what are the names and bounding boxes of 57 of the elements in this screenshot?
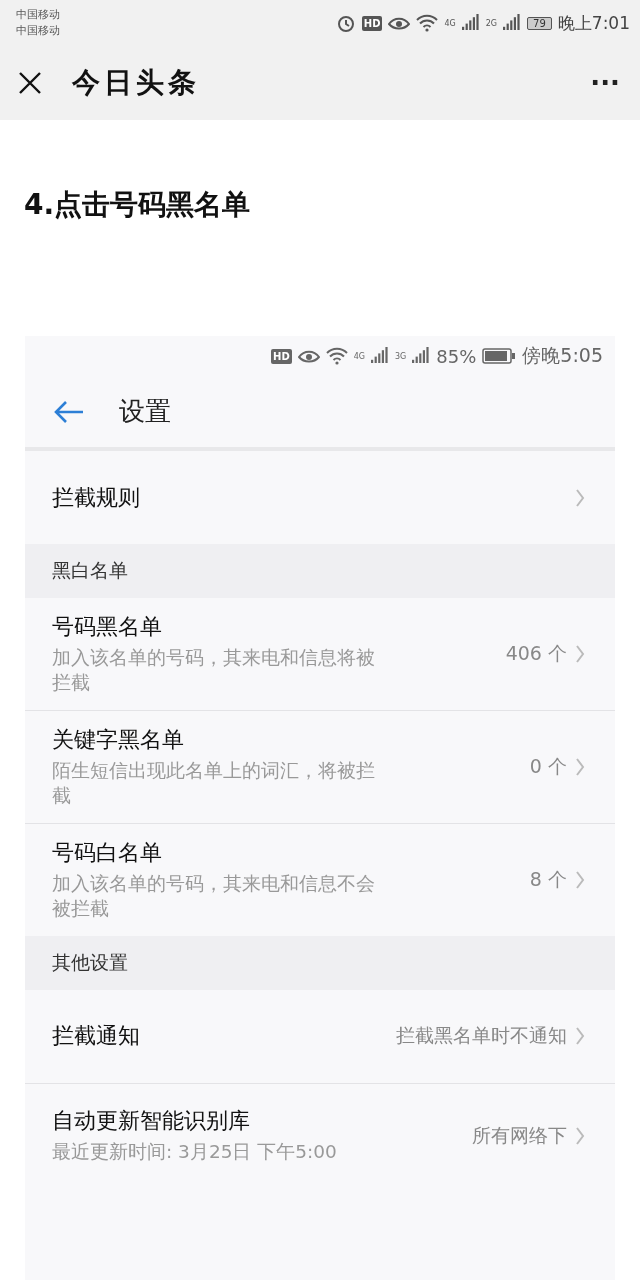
row-title: 关键字黑名单: [52, 725, 185, 754]
row-title: 自动更新智能识别库: [52, 1107, 251, 1136]
carrier-label: 中国移动: [16, 23, 60, 39]
row-description: 最近更新时间: 3月25日 下午5:00: [52, 1140, 338, 1165]
network-label: 4G: [444, 18, 456, 28]
close-icon[interactable]: [18, 71, 42, 95]
signal-icon: [503, 14, 522, 32]
wifi-icon: [325, 347, 348, 365]
row-value: 拦截黑名单时不通知: [396, 1023, 567, 1049]
settings-title: 设置: [119, 395, 171, 428]
alarm-icon: [335, 13, 356, 33]
eye-icon: [388, 15, 411, 31]
clock-time: 傍晚5:05: [522, 343, 603, 368]
settings-row[interactable]: 拦截规则: [25, 451, 615, 544]
battery-icon: 79: [527, 16, 552, 30]
network-label: 2G: [485, 18, 498, 28]
row-description: 陌生短信出现此名单上的词汇，将被拦截: [52, 758, 376, 808]
section-header: 其他设置: [25, 935, 615, 990]
row-description: 加入该名单的号码，其来电和信息不会被拦截: [52, 871, 376, 921]
more-button[interactable]: ···: [586, 68, 624, 98]
chevron-icon: [575, 1125, 585, 1146]
chevron-icon: [575, 756, 585, 777]
article-heading: 4.点击号码黑名单: [24, 187, 252, 223]
eye-icon: [297, 348, 320, 364]
battery-icon: [482, 348, 517, 364]
hd-badge: HD: [361, 15, 383, 31]
signal-icon: [461, 14, 480, 32]
chevron-icon: [575, 643, 585, 664]
network-label: 4G: [353, 351, 365, 361]
row-title: 号码黑名单: [52, 613, 163, 641]
row-value: 406 个: [505, 640, 567, 666]
row-value: 0 个: [529, 753, 567, 779]
back-arrow-icon[interactable]: [53, 399, 85, 424]
app-title: 今日头条: [72, 65, 201, 101]
battery-percent: 85%: [436, 345, 477, 367]
section-header: 黑白名单: [25, 544, 615, 598]
hd-badge: HD: [271, 348, 292, 364]
chevron-icon: [575, 1026, 585, 1047]
row-value: 所有网络下: [472, 1122, 567, 1148]
row-title: 号码白名单: [52, 838, 163, 867]
row-description: 加入该名单的号码，其来电和信息将被拦截: [52, 646, 376, 695]
settings-row[interactable]: 拦截通知 拦截黑名单时不通知: [25, 989, 615, 1083]
wifi-icon: [416, 14, 439, 32]
row-value: 8 个: [529, 866, 567, 892]
chevron-icon: [575, 487, 585, 508]
network-label: 3G: [395, 351, 407, 361]
signal-icon: [412, 347, 431, 365]
carrier-label: 中国移动: [16, 7, 60, 23]
signal-icon: [371, 347, 389, 365]
settings-row[interactable]: 号码黑名单 加入该名单的号码，其来电和信息将被拦截 406 个: [25, 598, 615, 710]
settings-row[interactable]: 自动更新智能识别库 最近更新时间: 3月25日 下午5:00 所有网络下: [25, 1082, 615, 1188]
settings-row[interactable]: 号码白名单 加入该名单的号码，其来电和信息不会被拦截 8 个: [25, 822, 615, 936]
settings-row[interactable]: 关键字黑名单 陌生短信出现此名单上的词汇，将被拦截 0 个: [25, 709, 615, 823]
clock-time: 晚上7:01: [557, 11, 630, 35]
row-title: 拦截通知: [52, 1022, 141, 1051]
chevron-icon: [575, 869, 585, 890]
row-title: 拦截规则: [52, 483, 141, 512]
